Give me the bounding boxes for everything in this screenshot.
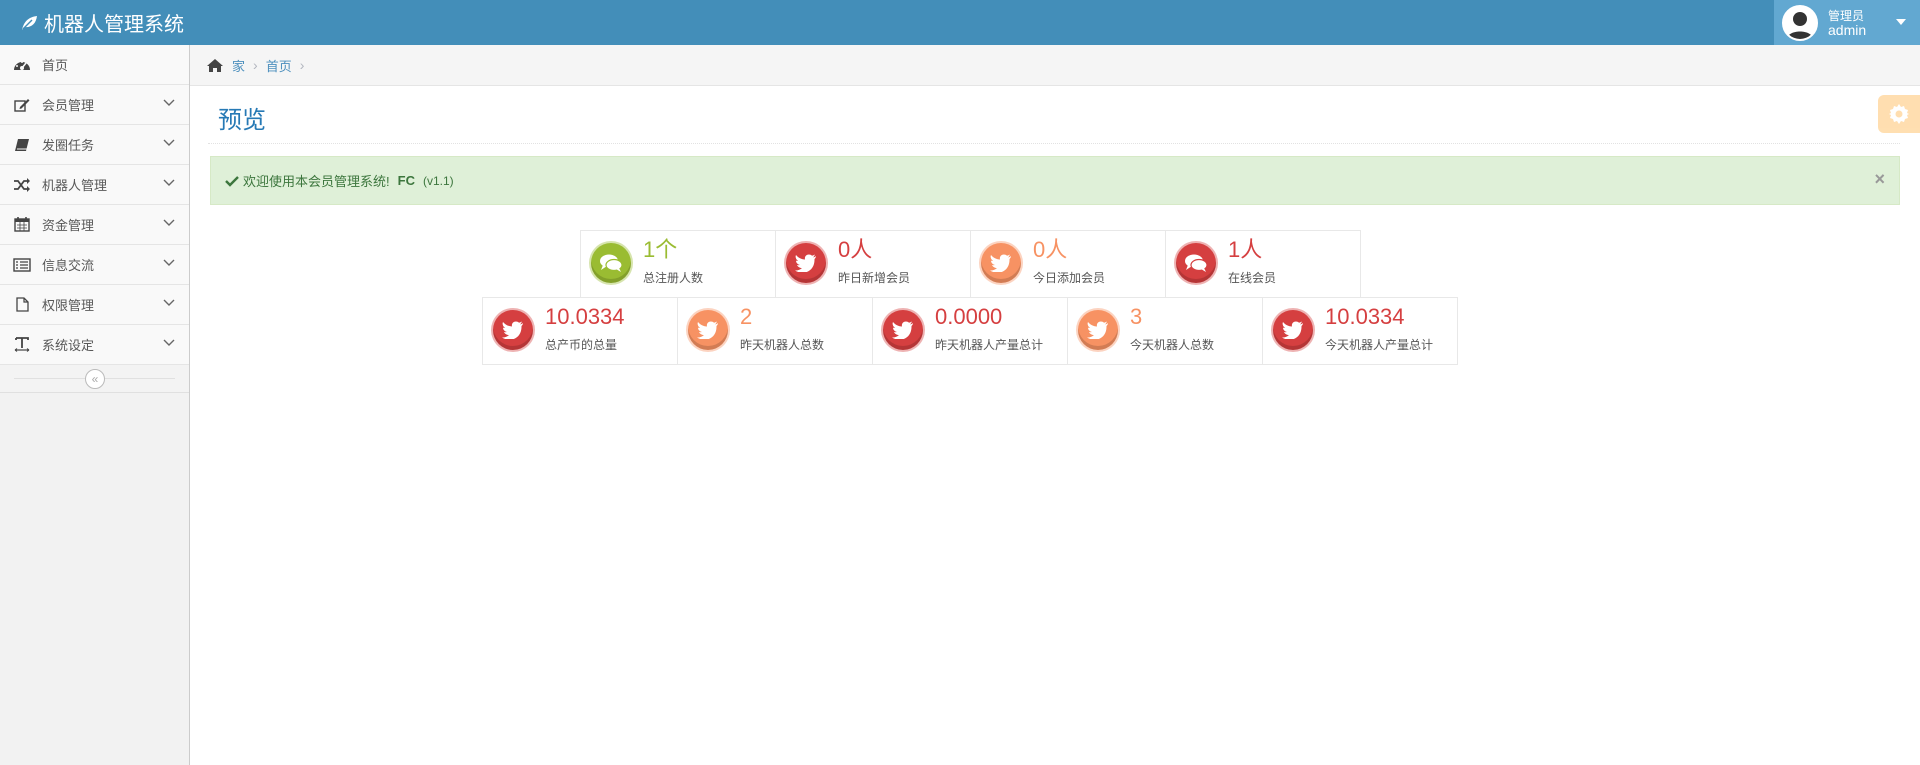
check-icon xyxy=(225,175,239,187)
sidebar-collapse-bar: « xyxy=(0,365,189,393)
infobox-total-coins: 10.0334 总产币的总量 xyxy=(482,297,678,365)
chevron-right-icon: › xyxy=(253,57,258,73)
user-menu[interactable]: 管理员 admin xyxy=(1774,0,1920,45)
user-role: 管理员 xyxy=(1828,8,1865,23)
sidebar-item-robots[interactable]: 机器人管理 xyxy=(0,165,189,205)
book-icon xyxy=(12,137,32,153)
page-header: 预览 xyxy=(208,86,1900,144)
sidebar-item-label: 资金管理 xyxy=(42,218,95,233)
chevron-down-icon xyxy=(163,219,175,226)
chevron-down-icon xyxy=(163,139,175,146)
stat-value: 0.0000 xyxy=(935,304,1003,329)
stat-label: 今天机器人总数 xyxy=(1130,338,1215,352)
home-icon xyxy=(207,58,223,72)
breadcrumb-home[interactable]: 家 xyxy=(232,56,245,75)
chevron-down-icon xyxy=(163,179,175,186)
sidebar-item-messages[interactable]: 信息交流 xyxy=(0,245,189,285)
stat-label: 昨天机器人总数 xyxy=(740,338,825,352)
chevron-down-icon xyxy=(163,99,175,106)
sidebar-item-tasks[interactable]: 发圈任务 xyxy=(0,125,189,165)
stat-label: 总注册人数 xyxy=(643,271,704,285)
app-title: 机器人管理系统 xyxy=(44,14,184,36)
infobox-today-added-members: 0人 今日添加会员 xyxy=(970,230,1166,298)
twitter-icon xyxy=(881,308,925,352)
stat-value: 3 xyxy=(1130,304,1143,329)
alert-message: 欢迎使用本会员管理系统! xyxy=(243,174,390,189)
sidebar-item-label: 首页 xyxy=(42,58,69,73)
alert-version: (v1.1) xyxy=(422,173,454,188)
stat-label: 昨天机器人产量总计 xyxy=(935,338,1044,352)
sidebar-item-label: 发圈任务 xyxy=(42,138,95,153)
twitter-icon xyxy=(491,308,535,352)
sidebar-item-label: 权限管理 xyxy=(42,298,95,313)
sidebar-item-settings[interactable]: 系统设定 xyxy=(0,325,189,365)
alert-brand: FC xyxy=(397,173,415,188)
breadcrumb-current[interactable]: 首页 xyxy=(266,56,292,75)
sidebar-item-finance[interactable]: 资金管理 xyxy=(0,205,189,245)
comments-icon xyxy=(1174,241,1218,285)
chevron-down-icon xyxy=(163,299,175,306)
twitter-icon xyxy=(784,241,828,285)
gear-icon xyxy=(1889,104,1909,124)
infobox-today-output: 10.0334 今天机器人产量总计 xyxy=(1262,297,1458,365)
twitter-icon xyxy=(1271,308,1315,352)
stat-value: 1人 xyxy=(1228,237,1263,262)
sidebar-item-members[interactable]: 会员管理 xyxy=(0,85,189,125)
user-name: admin xyxy=(1828,21,1867,38)
stats-row-2: 10.0334 总产币的总量 2 昨天机器人总数 0.0000 昨天机器人产量总… xyxy=(482,297,1458,365)
chevron-down-icon xyxy=(163,339,175,346)
list-alt-icon xyxy=(12,257,32,273)
infobox-yesterday-new-members: 0人 昨日新增会员 xyxy=(775,230,971,298)
twitter-icon xyxy=(686,308,730,352)
edit-icon xyxy=(12,97,32,113)
stat-value: 1个 xyxy=(643,237,678,262)
leaf-icon xyxy=(22,15,37,30)
chevron-right-icon: › xyxy=(299,57,305,73)
avatar xyxy=(1782,4,1818,41)
double-angle-left-icon[interactable]: « xyxy=(85,369,105,389)
welcome-alert: 欢迎使用本会员管理系统! FC (v1.1) × xyxy=(210,156,1900,205)
top-navbar: 机器人管理系统 管理员 admin xyxy=(0,0,1920,45)
infobox-yesterday-output: 0.0000 昨天机器人产量总计 xyxy=(872,297,1068,365)
stat-value: 10.0334 xyxy=(545,304,625,329)
comments-icon xyxy=(589,241,633,285)
infobox-total-registered: 1个 总注册人数 xyxy=(580,230,776,298)
random-icon xyxy=(12,177,32,193)
stat-label: 在线会员 xyxy=(1228,271,1277,285)
tachometer-icon xyxy=(12,57,32,73)
twitter-icon xyxy=(1076,308,1120,352)
sidebar: 首页 会员管理 发圈任务 机器人管理 资金管理 信息交流 权限管理 系统设定 « xyxy=(0,45,190,765)
file-icon xyxy=(12,297,32,313)
stat-value: 2 xyxy=(740,304,753,329)
sidebar-item-label: 信息交流 xyxy=(42,258,95,273)
calendar-icon xyxy=(12,217,32,233)
stat-value: 10.0334 xyxy=(1325,304,1405,329)
settings-toggle[interactable] xyxy=(1878,95,1920,133)
caret-down-icon xyxy=(1896,19,1906,25)
sidebar-item-label: 机器人管理 xyxy=(42,178,108,193)
infobox-today-robots: 3 今天机器人总数 xyxy=(1067,297,1263,365)
infobox-online-members: 1人 在线会员 xyxy=(1165,230,1361,298)
stat-value: 0人 xyxy=(1033,237,1068,262)
text-width-icon xyxy=(12,337,32,353)
breadcrumb: 家 › 首页 › xyxy=(190,45,1920,86)
sidebar-item-home[interactable]: 首页 xyxy=(0,45,189,85)
close-icon[interactable]: × xyxy=(1874,169,1885,190)
infobox-yesterday-robots: 2 昨天机器人总数 xyxy=(677,297,873,365)
page-title: 预览 xyxy=(218,107,266,134)
twitter-icon xyxy=(979,241,1023,285)
stat-value: 0人 xyxy=(838,237,873,262)
stat-label: 今日添加会员 xyxy=(1033,271,1106,285)
stat-label: 今天机器人产量总计 xyxy=(1325,338,1434,352)
stat-label: 昨日新增会员 xyxy=(838,271,911,285)
sidebar-item-permissions[interactable]: 权限管理 xyxy=(0,285,189,325)
stats-row-1: 1个 总注册人数 0人 昨日新增会员 0人 今日添加会员 1人 在线会员 xyxy=(580,230,1361,298)
stat-label: 总产币的总量 xyxy=(545,338,618,352)
sidebar-item-label: 系统设定 xyxy=(42,338,95,353)
brand[interactable]: 机器人管理系统 xyxy=(20,0,184,45)
sidebar-item-label: 会员管理 xyxy=(42,98,95,113)
chevron-down-icon xyxy=(163,259,175,266)
